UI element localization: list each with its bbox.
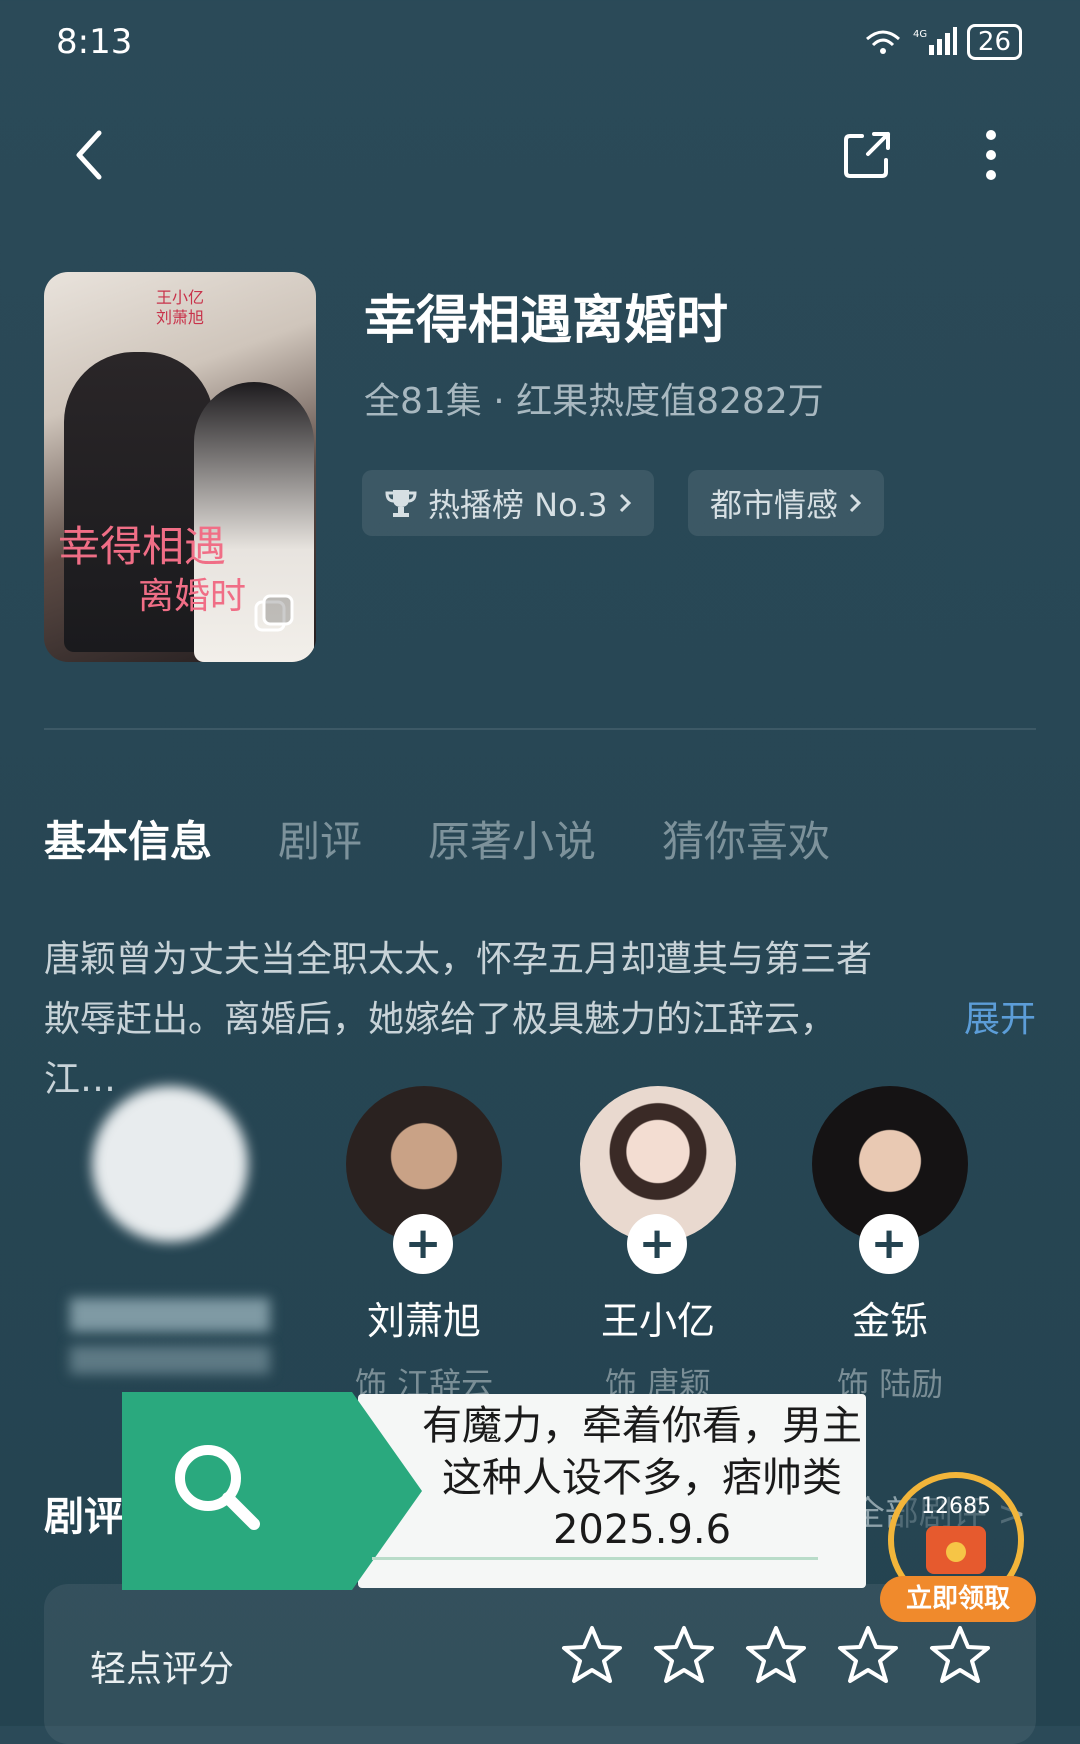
popup-search-panel — [122, 1392, 352, 1590]
show-meta: 全81集 · 红果热度值8282万 — [364, 381, 824, 422]
red-packet-count: 12685 — [921, 1494, 991, 1519]
show-poster[interactable]: 王小亿 刘萧旭 幸得相遇 离婚时 — [44, 272, 316, 662]
tab-original-novel[interactable]: 原著小说 — [428, 808, 596, 869]
star-icon[interactable] — [928, 1624, 992, 1686]
coin-icon — [946, 1542, 966, 1562]
more-vertical-icon — [986, 130, 996, 180]
popup-arrow — [352, 1392, 422, 1590]
show-title: 幸得相遇离婚时 — [364, 291, 729, 351]
rating-stars — [560, 1624, 992, 1686]
cast-item[interactable]: + 金铄 饰 陆励 — [790, 1086, 990, 1405]
popup-underline — [372, 1557, 818, 1560]
rating-label: 轻点评分 — [90, 1649, 235, 1690]
claim-button[interactable]: 立即领取 — [880, 1576, 1036, 1622]
genre-chip[interactable]: 都市情感 — [688, 470, 885, 536]
cast-avatar: + — [580, 1086, 736, 1274]
star-icon[interactable] — [744, 1624, 808, 1686]
battery-indicator: 26 — [966, 24, 1022, 60]
genre-chip-label: 都市情感 — [710, 486, 839, 524]
signal-icon: 4G — [913, 27, 957, 55]
system-icons: 4G 26 — [863, 24, 1022, 60]
top-bar — [0, 110, 1080, 200]
cast-name — [70, 1298, 270, 1332]
cast-name: 刘萧旭 — [366, 1299, 481, 1343]
share-button[interactable] — [832, 120, 902, 190]
trophy-icon — [385, 490, 417, 517]
cast-item[interactable]: + 王小亿 饰 唐颖 — [558, 1086, 758, 1405]
search-popup[interactable]: 有魔力，牵着你看，男主这种人设不多，痞帅类2025.9.6 — [122, 1392, 866, 1590]
cast-list: + 刘萧旭 饰 江辞云 + 王小亿 饰 唐颖 + 金铄 饰 陆励 — [0, 1086, 1080, 1416]
cast-item[interactable] — [70, 1086, 270, 1374]
cast-avatar: + — [346, 1086, 502, 1274]
follow-plus-icon[interactable]: + — [627, 1214, 687, 1274]
tab-reviews[interactable]: 剧评 — [278, 808, 362, 869]
star-icon[interactable] — [652, 1624, 716, 1686]
review-section-title: 剧评 — [44, 1494, 124, 1540]
poster-cast-names: 王小亿 刘萧旭 — [155, 288, 204, 327]
status-time: 8:13 — [56, 22, 133, 62]
cast-name: 王小亿 — [600, 1299, 715, 1343]
tab-basic-info[interactable]: 基本信息 — [44, 808, 212, 869]
chevron-right-icon — [619, 493, 631, 513]
cast-name: 金铄 — [851, 1299, 928, 1343]
chevron-left-icon — [76, 130, 102, 180]
svg-text:4G: 4G — [913, 29, 927, 40]
synopsis-text: 唐颖曾为丈夫当全职太太，怀孕五月却遭其与第三者欺辱赶出。离婚后，她嫁给了极具魅力… — [44, 939, 873, 1100]
cast-avatar — [92, 1086, 248, 1242]
search-icon — [175, 1445, 260, 1530]
tab-recommendations[interactable]: 猜你喜欢 — [662, 808, 830, 869]
poster-gallery-icon — [254, 594, 294, 632]
poster-title-logo: 幸得相遇 离婚时 — [58, 522, 247, 617]
section-divider — [44, 728, 1036, 730]
star-icon[interactable] — [560, 1624, 624, 1686]
popup-text: 有魔力，牵着你看，男主这种人设不多，痞帅类2025.9.6 — [422, 1403, 862, 1553]
back-button[interactable] — [54, 120, 124, 190]
status-bar: 8:13 4G 26 — [0, 0, 1080, 90]
detail-tabs: 基本信息 剧评 原著小说 猜你喜欢 — [44, 808, 830, 869]
cast-role — [70, 1346, 270, 1374]
ranking-chip[interactable]: 热播榜 No.3 — [362, 470, 654, 536]
ranking-chip-label: 热播榜 No.3 — [428, 486, 608, 524]
chevron-right-icon — [849, 493, 862, 513]
red-packet-float[interactable]: 12685 立即领取 — [880, 1464, 1040, 1624]
follow-plus-icon[interactable]: + — [859, 1214, 919, 1274]
more-button[interactable] — [956, 120, 1026, 190]
follow-plus-icon[interactable]: + — [393, 1214, 453, 1274]
wifi-icon — [865, 30, 900, 54]
cast-avatar: + — [812, 1086, 968, 1274]
share-icon — [844, 132, 890, 178]
star-icon[interactable] — [836, 1624, 900, 1686]
expand-link[interactable]: 展开 — [964, 990, 1036, 1050]
cast-item[interactable]: + 刘萧旭 饰 江辞云 — [324, 1086, 524, 1405]
